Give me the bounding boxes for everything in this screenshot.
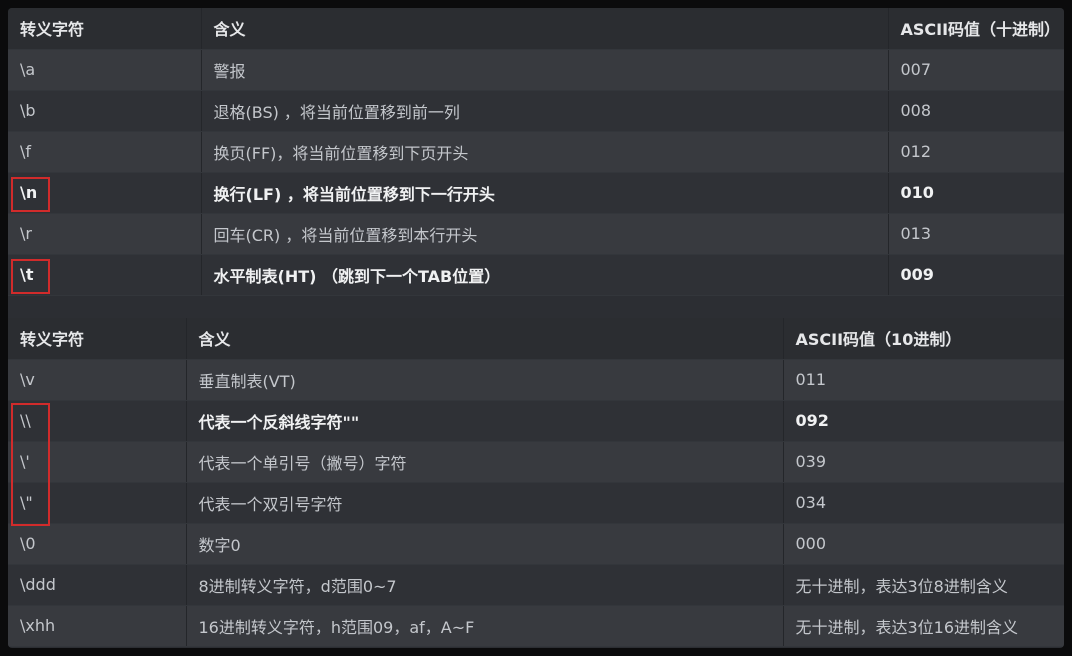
- header-escape-char: 转义字符: [8, 8, 202, 50]
- meaning-cell: 数字0: [186, 523, 784, 565]
- escape-char-cell: \t: [8, 254, 202, 296]
- escape-char-cell: \ddd: [8, 564, 187, 606]
- ascii-cell: 008: [888, 90, 1064, 132]
- table-row-highlighted: \t 水平制表(HT) （跳到下一个TAB位置） 009: [8, 254, 1064, 296]
- escape-char-cell: \n: [8, 172, 202, 214]
- ascii-cell: 007: [888, 49, 1064, 91]
- header-ascii: ASCII码值（十进制）: [888, 8, 1064, 50]
- escape-char-cell: \b: [8, 90, 202, 132]
- meaning-cell: 代表一个单引号（撇号）字符: [186, 441, 784, 483]
- escape-char-cell: \\: [8, 400, 187, 442]
- table-row-highlighted: \n 换行(LF) ，将当前位置移到下一行开头 010: [8, 172, 1064, 214]
- table-row: \r 回车(CR) ，将当前位置移到本行开头 013: [8, 213, 1064, 255]
- meaning-cell: 回车(CR) ，将当前位置移到本行开头: [201, 213, 889, 255]
- ascii-cell: 092: [783, 400, 1064, 442]
- meaning-cell: 16进制转义字符，h范围09，af，A~F: [186, 605, 784, 647]
- ascii-cell: 010: [888, 172, 1064, 214]
- table-row: \0 数字0 000: [8, 523, 1064, 565]
- escape-char-cell: \0: [8, 523, 187, 565]
- meaning-cell: 换页(FF)，将当前位置移到下页开头: [201, 131, 889, 173]
- ascii-cell: 无十进制，表达3位16进制含义: [783, 605, 1064, 647]
- header-meaning: 含义: [186, 318, 784, 360]
- table-row: \b 退格(BS) ，将当前位置移到前一列 008: [8, 90, 1064, 132]
- escape-char-cell: \": [8, 482, 187, 524]
- escape-char-cell: \a: [8, 49, 202, 91]
- table-gap: [8, 296, 1064, 318]
- escape-char-cell: \': [8, 441, 187, 483]
- escape-table-1: 转义字符 含义 ASCII码值（十进制） \a 警报 007 \b 退格(BS)…: [8, 8, 1064, 296]
- header-escape-char: 转义字符: [8, 318, 187, 360]
- ascii-cell: 无十进制，表达3位8进制含义: [783, 564, 1064, 606]
- escape-table-2: 转义字符 含义 ASCII码值（10进制） \v 垂直制表(VT) 011 \\…: [8, 318, 1064, 647]
- ascii-cell: 034: [783, 482, 1064, 524]
- escape-char-cell: \xhh: [8, 605, 187, 647]
- escape-char-cell: \v: [8, 359, 187, 401]
- meaning-cell: 垂直制表(VT): [186, 359, 784, 401]
- table-header-row: 转义字符 含义 ASCII码值（10进制）: [8, 318, 1064, 360]
- escape-char-cell: \r: [8, 213, 202, 255]
- table-row: \a 警报 007: [8, 49, 1064, 91]
- table-row-highlighted: \\ 代表一个反斜线字符"" 092: [8, 400, 1064, 442]
- ascii-cell: 012: [888, 131, 1064, 173]
- meaning-cell: 代表一个反斜线字符"": [186, 400, 784, 442]
- meaning-cell: 退格(BS) ，将当前位置移到前一列: [201, 90, 889, 132]
- escape-sequence-document: 转义字符 含义 ASCII码值（十进制） \a 警报 007 \b 退格(BS)…: [8, 8, 1064, 648]
- meaning-cell: 警报: [201, 49, 889, 91]
- meaning-cell: 换行(LF) ，将当前位置移到下一行开头: [201, 172, 889, 214]
- table-row: \f 换页(FF)，将当前位置移到下页开头 012: [8, 131, 1064, 173]
- table-row: \ddd 8进制转义字符，d范围0~7 无十进制，表达3位8进制含义: [8, 564, 1064, 606]
- header-ascii: ASCII码值（10进制）: [783, 318, 1064, 360]
- ascii-cell: 011: [783, 359, 1064, 401]
- table-row: \' 代表一个单引号（撇号）字符 039: [8, 441, 1064, 483]
- table-row: \xhh 16进制转义字符，h范围09，af，A~F 无十进制，表达3位16进制…: [8, 605, 1064, 647]
- meaning-cell: 8进制转义字符，d范围0~7: [186, 564, 784, 606]
- ascii-cell: 039: [783, 441, 1064, 483]
- meaning-cell: 代表一个双引号字符: [186, 482, 784, 524]
- escape-char-cell: \f: [8, 131, 202, 173]
- meaning-cell: 水平制表(HT) （跳到下一个TAB位置）: [201, 254, 889, 296]
- ascii-cell: 000: [783, 523, 1064, 565]
- table-header-row: 转义字符 含义 ASCII码值（十进制）: [8, 8, 1064, 50]
- table-row: \" 代表一个双引号字符 034: [8, 482, 1064, 524]
- header-meaning: 含义: [201, 8, 889, 50]
- table-row: \v 垂直制表(VT) 011: [8, 359, 1064, 401]
- ascii-cell: 009: [888, 254, 1064, 296]
- ascii-cell: 013: [888, 213, 1064, 255]
